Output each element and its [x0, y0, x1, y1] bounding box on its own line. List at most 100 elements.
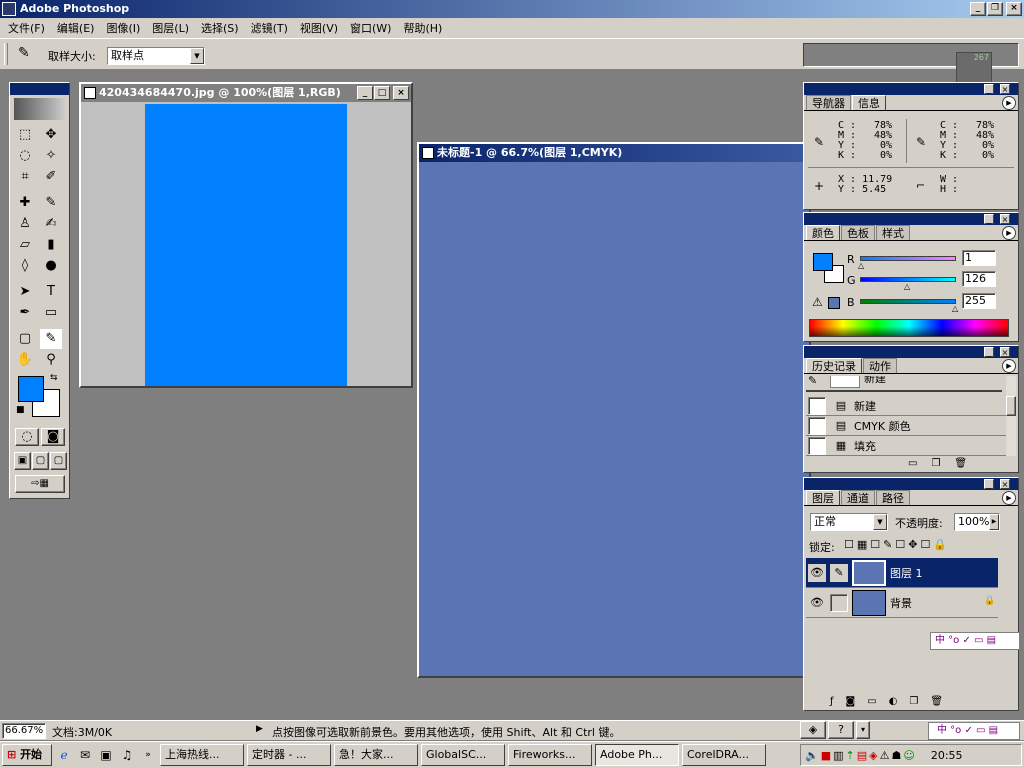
restore-button[interactable]: ❐	[987, 2, 1003, 16]
task-button-3[interactable]: 急！大家...	[334, 744, 418, 766]
menu-filter[interactable]: 滤镜(T)	[245, 20, 294, 36]
chevron-down-icon[interactable]: ▼	[190, 48, 204, 64]
adobe-online-icon[interactable]	[14, 98, 65, 120]
notes-icon[interactable]: ▢	[14, 329, 36, 349]
g-value-input[interactable]: 126	[962, 271, 996, 287]
menu-select[interactable]: 选择(S)	[195, 20, 245, 36]
shield-icon[interactable]: ◈	[869, 749, 877, 762]
palette-minimize-button[interactable]: _	[984, 347, 994, 357]
eye-icon[interactable]: 👁	[808, 564, 826, 582]
history-item[interactable]: ▦ 填充	[806, 436, 1006, 456]
close-button[interactable]: ×	[1006, 2, 1022, 16]
document-2-titlebar[interactable]: 未标题-1 @ 66.7%(图层 1,CMYK)	[419, 144, 809, 162]
blur-icon[interactable]: ◊	[14, 256, 36, 276]
help-icon[interactable]: ?	[828, 721, 854, 739]
sample-size-select[interactable]: 取样点 ▼	[107, 47, 205, 65]
task-button-5[interactable]: Fireworks...	[508, 744, 592, 766]
history-brush-icon[interactable]: ✍	[40, 214, 62, 234]
ime-toolbar[interactable]: 中 °o ✓ ▭ ▤	[928, 722, 1020, 740]
task-button-7[interactable]: CorelDRA...	[682, 744, 766, 766]
screen-mode-full-icon[interactable]: ▢	[50, 452, 67, 470]
foreground-color-swatch[interactable]	[813, 253, 833, 271]
tray-icon-9[interactable]: ☺	[903, 749, 914, 762]
tab-info[interactable]: 信息	[852, 95, 886, 110]
lasso-icon[interactable]: ◌	[14, 146, 36, 166]
pen-icon[interactable]: ✒	[14, 303, 36, 323]
type-icon[interactable]: T	[40, 282, 62, 302]
doc-size[interactable]: 文档:3M/0K	[52, 724, 112, 740]
layers-palette-header[interactable]: _ ×	[804, 478, 1018, 490]
document-1-minimize-button[interactable]: _	[357, 86, 373, 100]
zoom-icon[interactable]: ⚲	[40, 350, 62, 370]
palette-close-button[interactable]: ×	[1000, 479, 1010, 489]
tab-history[interactable]: 历史记录	[806, 358, 862, 373]
outlook-icon[interactable]: ✉	[76, 746, 94, 764]
crop-icon[interactable]: ⌗	[14, 167, 36, 187]
foreground-color-swatch[interactable]	[18, 376, 44, 402]
chevron-down-icon[interactable]: ▼	[873, 514, 887, 530]
menu-layer[interactable]: 图层(L)	[146, 20, 195, 36]
layer-link-toggle[interactable]	[830, 594, 848, 612]
layer-style-icon[interactable]: ƒ	[830, 696, 834, 707]
jump-to-imageready-icon[interactable]: ⇨▦	[15, 475, 65, 493]
show-desktop-icon[interactable]: ▣	[97, 746, 115, 764]
swap-colors-icon[interactable]: ⇆	[50, 373, 58, 383]
adjustment-layer-icon[interactable]: ◐	[889, 696, 898, 707]
palette-close-button[interactable]: ×	[1000, 214, 1010, 224]
zoom-input[interactable]: 66.67%	[2, 723, 46, 739]
b-value-input[interactable]: 255	[962, 293, 996, 309]
default-colors-icon[interactable]: ■	[16, 405, 25, 415]
network-icon[interactable]: ⇡	[846, 749, 855, 762]
document-window-2[interactable]: 未标题-1 @ 66.7%(图层 1,CMYK)	[417, 142, 811, 678]
new-snapshot-icon[interactable]: ▭	[908, 458, 917, 469]
tag-icon[interactable]: ◈	[800, 721, 826, 739]
document-1-titlebar[interactable]: 420434684470.jpg @ 100%(图层 1,RGB) _ □ ×	[81, 84, 411, 102]
antivirus-icon[interactable]: ■	[821, 749, 831, 762]
lock-image-checkbox[interactable]: ☐	[870, 538, 880, 551]
document-2-canvas[interactable]	[419, 162, 809, 676]
move-icon[interactable]: ✥	[40, 125, 62, 145]
eyedropper-icon[interactable]: ✎	[18, 45, 30, 61]
palette-menu-icon[interactable]: ▶	[1002, 96, 1016, 110]
gamut-swatch[interactable]	[828, 297, 840, 309]
start-button[interactable]: ⊞ 开始	[2, 744, 52, 766]
healing-brush-icon[interactable]: ✚	[14, 193, 36, 213]
new-document-icon[interactable]: ❐	[931, 458, 940, 469]
eye-icon[interactable]: 👁	[808, 594, 826, 612]
tab-paths[interactable]: 路径	[876, 490, 910, 505]
tab-swatches[interactable]: 色板	[841, 225, 875, 240]
stamp-icon[interactable]: ♙	[14, 214, 36, 234]
lock-all-checkbox[interactable]: ☐	[920, 538, 930, 551]
quick-mask-icon[interactable]: ◙	[41, 428, 65, 446]
menu-view[interactable]: 视图(V)	[294, 20, 344, 36]
document-1-canvas[interactable]	[145, 104, 347, 386]
palette-minimize-button[interactable]: _	[984, 479, 994, 489]
tab-channels[interactable]: 通道	[841, 490, 875, 505]
eraser-icon[interactable]: ▱	[14, 235, 36, 255]
grip-handle[interactable]	[4, 43, 8, 65]
tab-layers[interactable]: 图层	[806, 490, 840, 505]
trash-icon[interactable]: 🗑	[930, 696, 943, 707]
volume-icon[interactable]: 🔈	[805, 749, 819, 762]
chevron-right-icon[interactable]: ▶	[989, 514, 999, 530]
b-slider-thumb[interactable]: △	[952, 304, 958, 313]
tray-icon-7[interactable]: ⚠	[880, 749, 890, 762]
tab-styles[interactable]: 样式	[876, 225, 910, 240]
document-1-close-button[interactable]: ×	[393, 86, 409, 100]
task-button-2[interactable]: 定时器 - ...	[247, 744, 331, 766]
color-palette-header[interactable]: _ ×	[804, 213, 1018, 225]
lock-position-checkbox[interactable]: ☐	[895, 538, 905, 551]
palette-menu-icon[interactable]: ▶	[1002, 226, 1016, 240]
color-ramp[interactable]	[809, 319, 1009, 337]
palette-close-button[interactable]: ×	[1000, 84, 1010, 94]
media-icon[interactable]: ♫	[118, 746, 136, 764]
slice-icon[interactable]: ✐	[40, 167, 62, 187]
history-palette-header[interactable]: _ ×	[804, 346, 1018, 358]
marquee-icon[interactable]: ⬚	[14, 125, 36, 145]
blend-mode-select[interactable]: 正常 ▼	[810, 513, 888, 531]
task-button-4[interactable]: GlobalSC...	[421, 744, 505, 766]
screen-mode-standard-icon[interactable]: ▣	[14, 452, 31, 470]
lock-transparency-checkbox[interactable]: ☐	[844, 538, 854, 551]
r-value-input[interactable]: 1	[962, 250, 996, 266]
document-1-maximize-button[interactable]: □	[374, 86, 390, 100]
